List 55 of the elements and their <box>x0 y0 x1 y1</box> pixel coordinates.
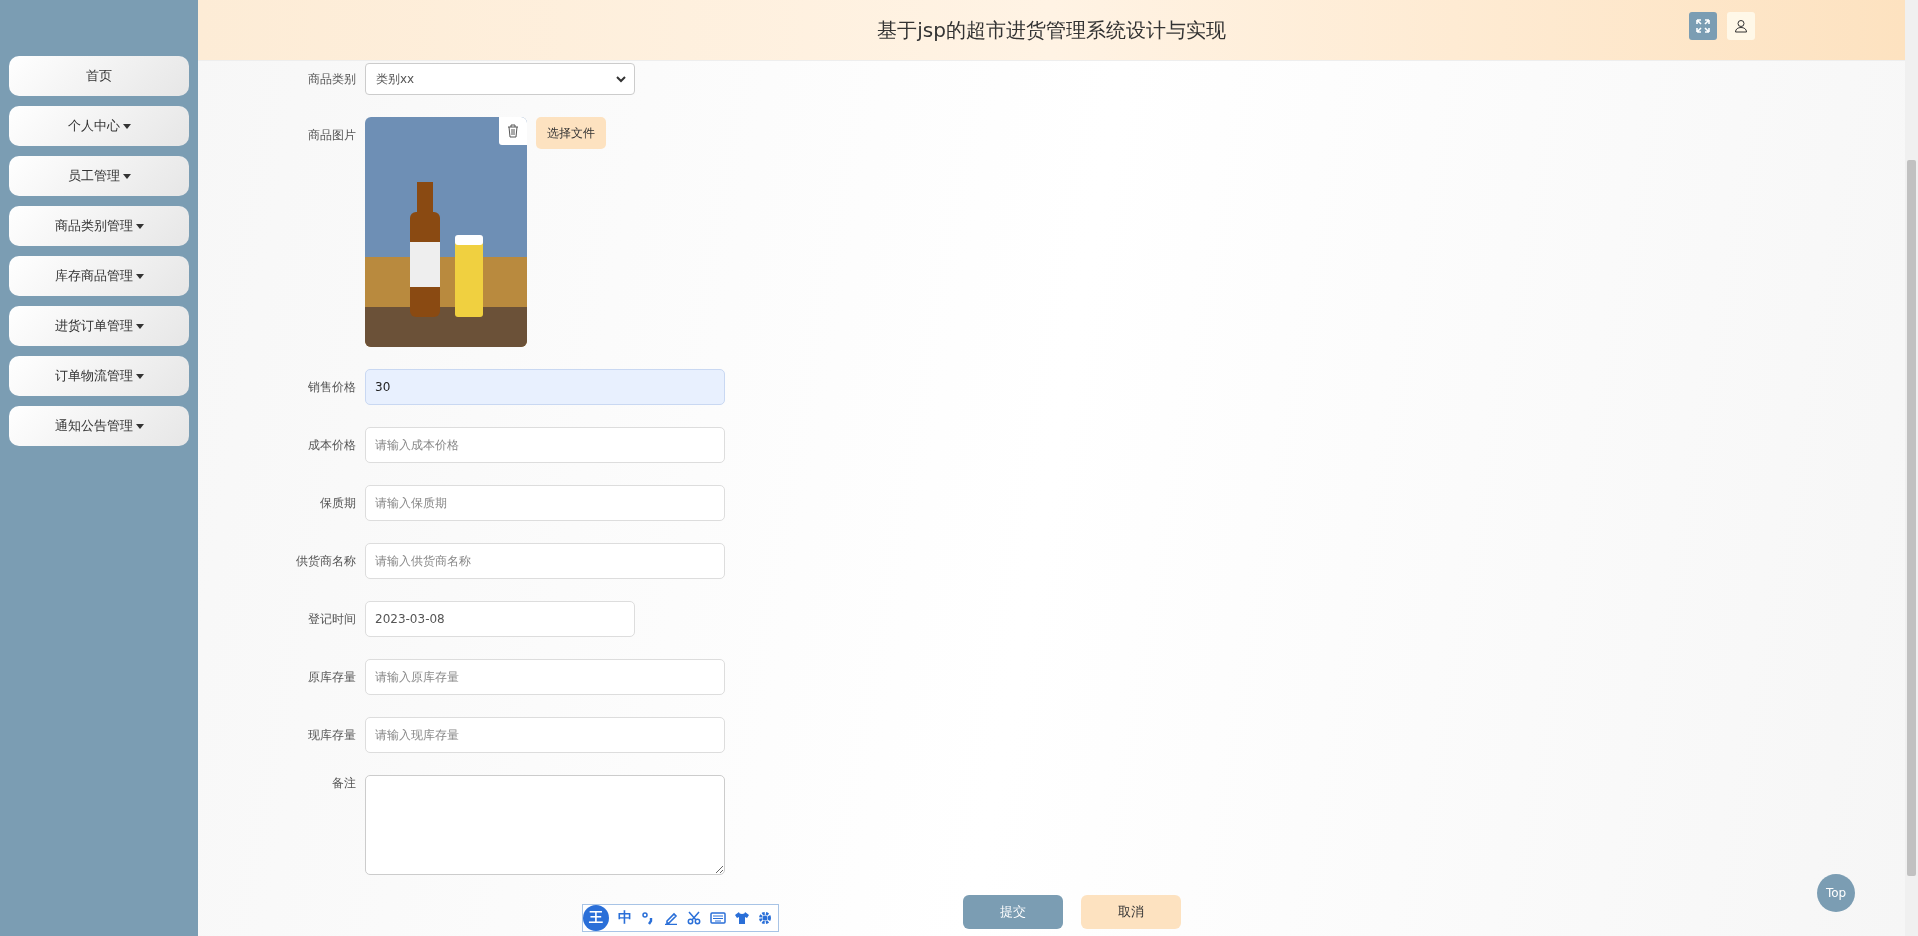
caret-icon <box>135 423 144 429</box>
field-label: 原库存量 <box>307 668 356 686</box>
field-label: 登记时间 <box>307 610 356 628</box>
sidebar-item[interactable]: 通知公告管理 <box>9 406 189 446</box>
choose-file-button[interactable]: 选择文件 <box>536 117 606 149</box>
caret-icon <box>135 273 144 279</box>
notes-field[interactable] <box>365 775 725 875</box>
keyboard-icon[interactable] <box>710 912 726 924</box>
punctuation-icon[interactable] <box>641 911 655 925</box>
sidebar-item[interactable]: 订单物流管理 <box>9 356 189 396</box>
ime-mode-toggle[interactable]: 中 <box>618 909 632 927</box>
field-label: 供货商名称 <box>295 552 356 570</box>
field-label: 销售价格 <box>307 378 356 396</box>
caret-icon <box>135 223 144 229</box>
input-field[interactable]: 请输入原库存量 <box>365 659 725 695</box>
sidebar-item[interactable]: 员工管理 <box>9 156 189 196</box>
scrollbar-thumb[interactable] <box>1907 160 1916 876</box>
category-select[interactable]: 类别xx <box>365 63 635 95</box>
caret-icon <box>122 173 131 179</box>
trash-icon <box>507 124 519 138</box>
shirt-icon[interactable] <box>735 911 749 925</box>
field-label: 保质期 <box>319 494 356 512</box>
field-label: 现库存量 <box>307 726 356 744</box>
chevron-down-icon <box>616 75 626 83</box>
fullscreen-button[interactable] <box>1689 12 1717 40</box>
scissors-icon[interactable] <box>687 911 701 925</box>
input-field[interactable]: 请输入成本价格 <box>365 427 725 463</box>
expand-icon <box>1696 19 1710 33</box>
select-value: 类别xx <box>376 70 415 88</box>
field-label: 商品图片 <box>307 127 356 144</box>
settings-icon[interactable] <box>758 911 772 925</box>
date-field[interactable]: 2023-03-08 <box>365 601 635 637</box>
delete-button[interactable] <box>499 117 527 145</box>
caret-icon <box>135 323 144 329</box>
pen-icon[interactable] <box>664 911 678 925</box>
caret-icon <box>122 123 131 129</box>
sidebar-item[interactable]: 商品类别管理 <box>9 206 189 246</box>
input-field[interactable]: 请输入供货商名称 <box>365 543 725 579</box>
input-field[interactable]: 30 <box>365 369 725 405</box>
caret-icon <box>135 373 144 379</box>
sidebar-item[interactable]: 库存商品管理 <box>9 256 189 296</box>
field-label: 成本价格 <box>307 436 356 454</box>
sidebar-item[interactable]: 个人中心 <box>9 106 189 146</box>
field-label: 备注 <box>331 775 356 792</box>
ime-logo[interactable]: 王 <box>583 905 609 931</box>
page-title: 基于jsp的超市进货管理系统设计与实现 <box>877 16 1226 44</box>
field-label: 商品类别 <box>307 70 356 88</box>
sidebar-item[interactable]: 首页 <box>9 56 189 96</box>
scrollbar[interactable] <box>1905 0 1918 936</box>
cancel-button[interactable]: 取消 <box>1081 895 1181 929</box>
user-icon <box>1734 19 1748 33</box>
sidebar-item[interactable]: 进货订单管理 <box>9 306 189 346</box>
input-field[interactable]: 请输入现库存量 <box>365 717 725 753</box>
user-button[interactable] <box>1727 12 1755 40</box>
input-field[interactable]: 请输入保质期 <box>365 485 725 521</box>
